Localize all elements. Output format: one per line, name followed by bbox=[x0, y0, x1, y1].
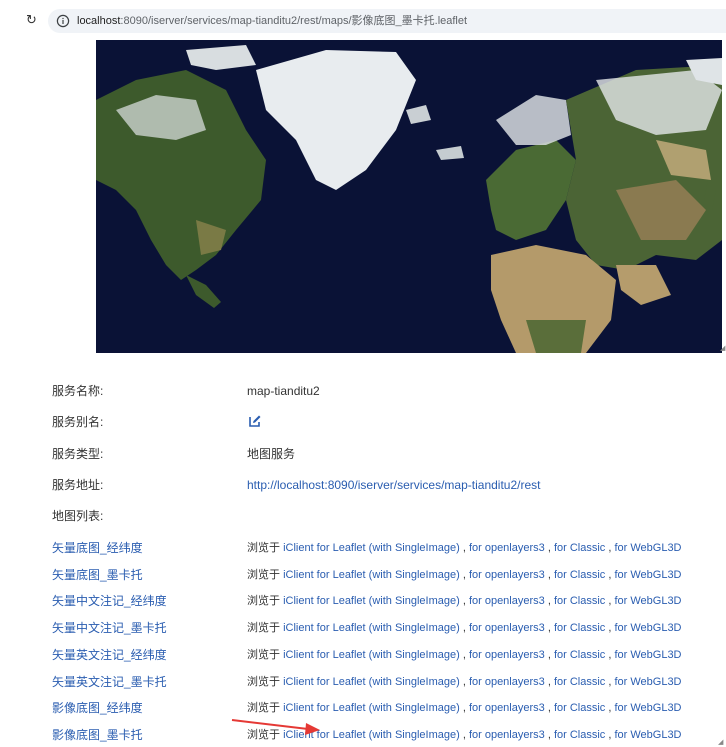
service-type-value: 地图服务 bbox=[247, 447, 296, 461]
separator: , bbox=[544, 542, 554, 554]
reload-icon[interactable]: ↻ bbox=[26, 12, 40, 28]
separator: , bbox=[459, 648, 469, 661]
map-browse-links: 浏览于 iClient for Leaflet (with SingleImag… bbox=[247, 672, 682, 692]
openlayers-link[interactable]: for openlayers3 bbox=[469, 542, 545, 554]
map-list-row: 矢量中文注记_墨卡托 浏览于 iClient for Leaflet (with … bbox=[52, 618, 712, 638]
leaflet-link[interactable]: iClient for Leaflet (with SingleImage) bbox=[283, 702, 460, 714]
service-address-value-wrap: http://localhost:8090/iserver/services/m… bbox=[247, 475, 540, 495]
map-list-row: 矢量中文注记_经纬度 浏览于 iClient for Leaflet (with … bbox=[52, 591, 712, 611]
separator: , bbox=[459, 728, 469, 741]
site-info-icon[interactable] bbox=[56, 14, 70, 28]
separator: , bbox=[544, 595, 554, 608]
webgl3d-link[interactable]: for WebGL3D bbox=[614, 595, 681, 607]
map-list-item-link[interactable]: 矢量英文注记_墨卡托 bbox=[52, 672, 167, 692]
map-browse-links: 浏览于 iClient for Leaflet (with SingleImag… bbox=[247, 538, 682, 558]
map-list-item-link[interactable]: 矢量英文注记_经纬度 bbox=[52, 645, 167, 665]
separator: , bbox=[544, 675, 554, 688]
separator: , bbox=[544, 622, 554, 635]
classic-link[interactable]: for Classic bbox=[554, 595, 605, 607]
browse-prefix: 浏览于 bbox=[247, 648, 280, 661]
red-arrow-icon bbox=[231, 719, 320, 735]
leaflet-link[interactable]: iClient for Leaflet (with SingleImage) bbox=[283, 622, 460, 634]
openlayers-link[interactable]: for openlayers3 bbox=[469, 622, 545, 634]
map-browse-links: 浏览于 iClient for Leaflet (with SingleImag… bbox=[247, 618, 682, 638]
classic-link[interactable]: for Classic bbox=[554, 702, 605, 714]
leaflet-link[interactable]: iClient for Leaflet (with SingleImage) bbox=[283, 569, 460, 581]
map-list-item-link[interactable]: 影像底图_经纬度 bbox=[52, 698, 143, 718]
separator: , bbox=[459, 702, 469, 715]
leaflet-link[interactable]: iClient for Leaflet (with SingleImage) bbox=[283, 649, 460, 661]
url-field[interactable]: localhost:8090/iserver/services/map-tian… bbox=[48, 9, 726, 33]
openlayers-link[interactable]: for openlayers3 bbox=[469, 569, 545, 581]
browse-prefix: 浏览于 bbox=[247, 675, 280, 688]
openlayers-link[interactable]: for openlayers3 bbox=[469, 676, 545, 688]
map-browse-links: 浏览于 iClient for Leaflet (with SingleImag… bbox=[247, 565, 682, 585]
scroll-corner-icon: ◢ bbox=[718, 739, 724, 746]
map-list-row: 影像底图_经纬度 浏览于 iClient for Leaflet (with Si… bbox=[52, 698, 712, 718]
classic-link[interactable]: for Classic bbox=[554, 649, 605, 661]
map-list-item-link[interactable]: 矢量底图_经纬度 bbox=[52, 538, 143, 558]
separator: , bbox=[544, 702, 554, 715]
service-alias-label: 服务别名: bbox=[52, 415, 104, 429]
map-list-row: 矢量英文注记_墨卡托 浏览于 iClient for Leaflet (with … bbox=[52, 672, 712, 692]
browse-prefix: 浏览于 bbox=[247, 568, 280, 581]
map-list-row: 矢量底图_经纬度 浏览于 iClient for Leaflet (with Si… bbox=[52, 538, 712, 558]
openlayers-link[interactable]: for openlayers3 bbox=[469, 729, 545, 741]
page: ↻ localhost:8090/iserver/services/map-ti… bbox=[0, 0, 726, 747]
service-name-label: 服务名称: bbox=[52, 384, 104, 398]
map-list-row: 影像底图_墨卡托 浏览于 iClient for Leaflet (with Si… bbox=[52, 725, 712, 745]
map-list-item-link[interactable]: 矢量中文注记_经纬度 bbox=[52, 591, 167, 611]
map-list-row: 矢量英文注记_经纬度 浏览于 iClient for Leaflet (with … bbox=[52, 645, 712, 665]
separator: , bbox=[544, 648, 554, 661]
url-host: localhost bbox=[77, 15, 121, 27]
browser-address-bar: ↻ localhost:8090/iserver/services/map-ti… bbox=[0, 0, 726, 40]
separator: , bbox=[459, 622, 469, 635]
separator: , bbox=[544, 568, 554, 581]
openlayers-link[interactable]: for openlayers3 bbox=[469, 649, 545, 661]
leaflet-link[interactable]: iClient for Leaflet (with SingleImage) bbox=[283, 542, 460, 554]
resize-handle-icon[interactable]: ◢ bbox=[720, 344, 726, 352]
browse-prefix: 浏览于 bbox=[247, 702, 280, 715]
map-view[interactable] bbox=[96, 40, 722, 353]
map-list-label: 地图列表: bbox=[52, 509, 104, 523]
map-list-item-link[interactable]: 矢量底图_墨卡托 bbox=[52, 565, 143, 585]
service-address-label: 服务地址: bbox=[52, 478, 104, 492]
separator: , bbox=[459, 542, 469, 554]
browse-prefix: 浏览于 bbox=[247, 622, 280, 635]
browse-prefix: 浏览于 bbox=[247, 542, 280, 554]
openlayers-link[interactable]: for openlayers3 bbox=[469, 702, 545, 714]
separator: , bbox=[459, 595, 469, 608]
classic-link[interactable]: for Classic bbox=[554, 542, 605, 554]
map-browse-links: 浏览于 iClient for Leaflet (with SingleImag… bbox=[247, 645, 682, 665]
leaflet-link[interactable]: iClient for Leaflet (with SingleImage) bbox=[283, 676, 460, 688]
service-name-value: map-tianditu2 bbox=[247, 384, 320, 398]
webgl3d-link[interactable]: for WebGL3D bbox=[614, 702, 681, 714]
url-path: :8090/iserver/services/map-tianditu2/res… bbox=[120, 15, 468, 27]
webgl3d-link[interactable]: for WebGL3D bbox=[614, 569, 681, 581]
edit-icon[interactable] bbox=[248, 414, 262, 428]
openlayers-link[interactable]: for openlayers3 bbox=[469, 595, 545, 607]
webgl3d-link[interactable]: for WebGL3D bbox=[614, 622, 681, 634]
service-address-link[interactable]: http://localhost:8090/iserver/services/m… bbox=[247, 478, 540, 492]
classic-link[interactable]: for Classic bbox=[554, 569, 605, 581]
separator: , bbox=[459, 675, 469, 688]
classic-link[interactable]: for Classic bbox=[554, 676, 605, 688]
map-list-item-link[interactable]: 影像底图_墨卡托 bbox=[52, 725, 143, 745]
browse-prefix: 浏览于 bbox=[247, 595, 280, 608]
webgl3d-link[interactable]: for WebGL3D bbox=[614, 729, 681, 741]
world-map-image bbox=[96, 40, 722, 353]
leaflet-link[interactable]: iClient for Leaflet (with SingleImage) bbox=[283, 595, 460, 607]
webgl3d-link[interactable]: for WebGL3D bbox=[614, 676, 681, 688]
separator: , bbox=[459, 568, 469, 581]
classic-link[interactable]: for Classic bbox=[554, 622, 605, 634]
classic-link[interactable]: for Classic bbox=[554, 729, 605, 741]
separator: , bbox=[544, 728, 554, 741]
map-list-row: 矢量底图_墨卡托 浏览于 iClient for Leaflet (with Si… bbox=[52, 565, 712, 585]
map-browse-links: 浏览于 iClient for Leaflet (with SingleImag… bbox=[247, 591, 682, 611]
map-list-item-link[interactable]: 矢量中文注记_墨卡托 bbox=[52, 618, 167, 638]
url-text: localhost:8090/iserver/services/map-tian… bbox=[77, 13, 467, 29]
webgl3d-link[interactable]: for WebGL3D bbox=[614, 649, 681, 661]
webgl3d-link[interactable]: for WebGL3D bbox=[614, 542, 681, 554]
service-type-label: 服务类型: bbox=[52, 447, 104, 461]
